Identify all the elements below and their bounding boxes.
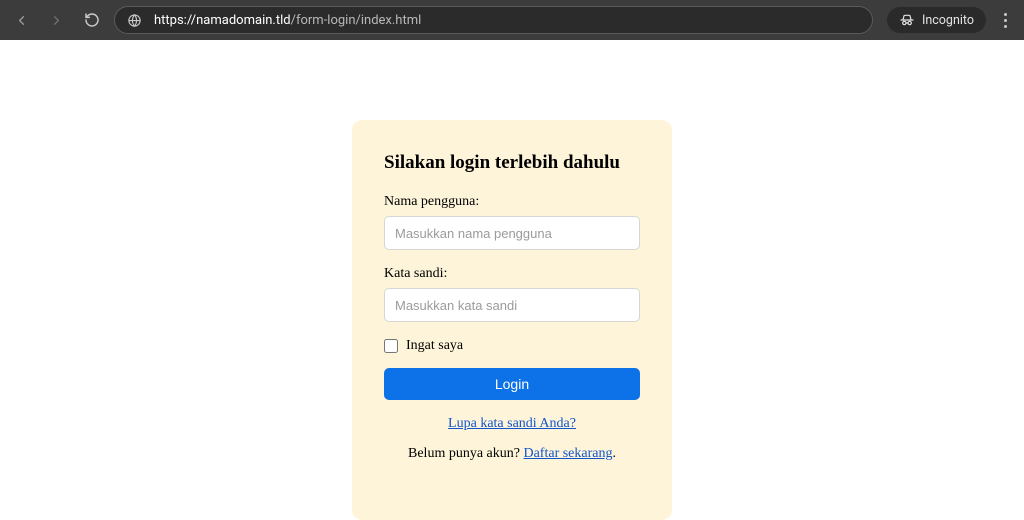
username-label: Nama pengguna: (384, 194, 640, 210)
signup-row: Belum punya akun? Daftar sekarang. (384, 446, 640, 462)
remember-me-row[interactable]: Ingat saya (384, 338, 640, 354)
url-host: https://namadomain.tld (154, 13, 291, 28)
password-label: Kata sandi: (384, 266, 640, 282)
url-path: /form-login/index.html (291, 13, 422, 28)
reload-button[interactable] (84, 12, 100, 28)
browser-menu-button[interactable] (998, 13, 1014, 28)
page-content: Silakan login terlebih dahulu Nama pengg… (0, 40, 1024, 520)
nav-controls (10, 12, 100, 28)
browser-right-controls: Incognito (887, 7, 1014, 33)
incognito-badge[interactable]: Incognito (887, 7, 986, 33)
incognito-icon (899, 12, 915, 28)
password-input[interactable] (384, 288, 640, 322)
menu-dot-icon (1004, 13, 1007, 16)
forward-button[interactable] (49, 13, 64, 28)
remember-me-label: Ingat saya (406, 338, 463, 354)
signup-link[interactable]: Daftar sekarang (523, 446, 612, 461)
login-card: Silakan login terlebih dahulu Nama pengg… (352, 120, 672, 520)
url-text: https://namadomain.tld/form-login/index.… (154, 13, 421, 28)
forgot-password-row: Lupa kata sandi Anda? (384, 416, 640, 432)
remember-me-checkbox[interactable] (384, 339, 398, 353)
username-input[interactable] (384, 216, 640, 250)
username-group: Nama pengguna: (384, 194, 640, 250)
signup-suffix: . (613, 446, 617, 461)
menu-dot-icon (1004, 25, 1007, 28)
browser-top-bar: https://namadomain.tld/form-login/index.… (0, 0, 1024, 40)
password-group: Kata sandi: (384, 266, 640, 322)
login-button[interactable]: Login (384, 368, 640, 400)
globe-icon (127, 13, 142, 28)
back-button[interactable] (14, 13, 29, 28)
address-bar[interactable]: https://namadomain.tld/form-login/index.… (114, 6, 873, 34)
login-heading: Silakan login terlebih dahulu (384, 152, 640, 174)
menu-dot-icon (1004, 19, 1007, 22)
arrow-left-icon (14, 13, 29, 28)
incognito-label: Incognito (922, 13, 974, 28)
arrow-right-icon (49, 13, 64, 28)
forgot-password-link[interactable]: Lupa kata sandi Anda? (448, 416, 576, 431)
reload-icon (84, 12, 100, 28)
signup-prefix: Belum punya akun? (408, 446, 523, 461)
